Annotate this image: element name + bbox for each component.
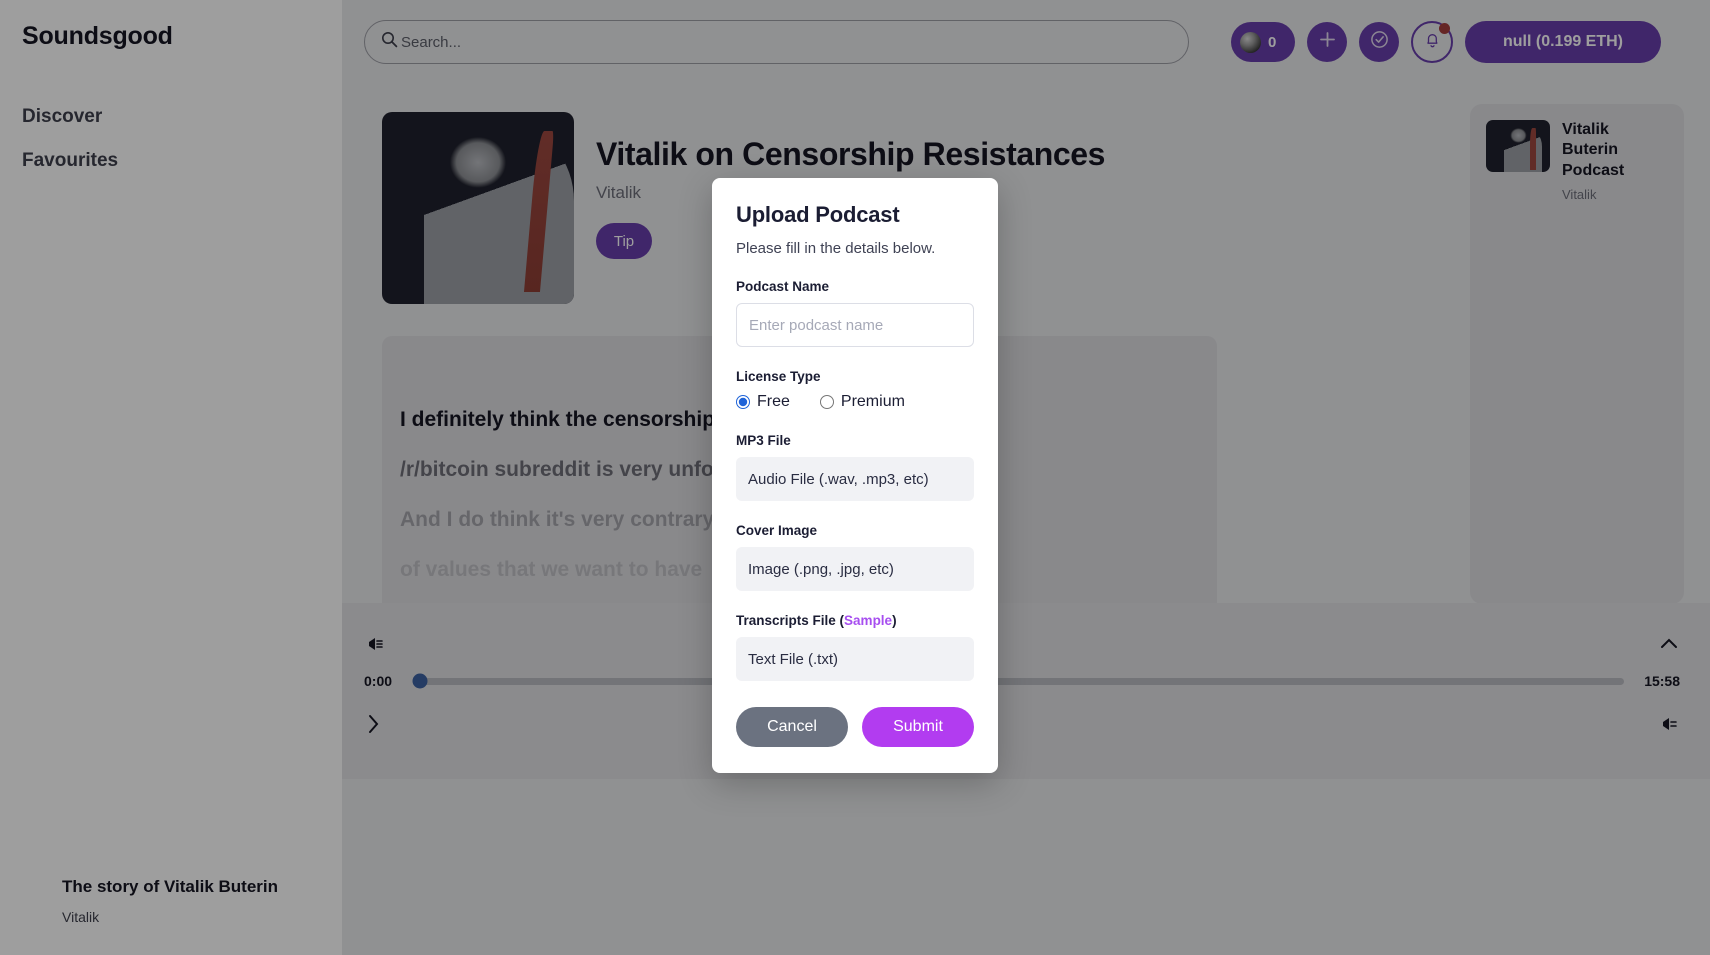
license-type-label: License Type <box>736 369 821 384</box>
plus-icon <box>1318 30 1337 54</box>
license-label-free: Free <box>757 393 790 410</box>
transcripts-label-suffix: ) <box>892 613 897 628</box>
main-area: 0 <box>342 0 1710 955</box>
podcast-cover-art <box>382 112 574 304</box>
license-type-radio-group: Free Premium <box>736 393 974 411</box>
sample-link[interactable]: Sample <box>844 613 892 628</box>
list-item-text: Vitalik Buterin Podcast Vitalik <box>1562 120 1668 202</box>
chevron-right-icon[interactable] <box>364 712 382 736</box>
seek-row: 0:00 15:58 <box>364 673 1680 689</box>
podcast-name-input[interactable] <box>736 303 974 347</box>
coin-count: 0 <box>1268 33 1277 51</box>
modal-actions: Cancel Submit <box>736 707 974 747</box>
chevron-up-icon[interactable] <box>1658 636 1680 652</box>
player-bar: 0:00 15:58 <box>342 603 1710 779</box>
seek-knob[interactable] <box>412 673 428 689</box>
upload-podcast-modal: Upload Podcast Please fill in the detail… <box>712 178 998 773</box>
cancel-button[interactable]: Cancel <box>736 707 848 747</box>
list-item[interactable]: Vitalik Buterin Podcast Vitalik <box>1486 120 1668 202</box>
sidebar-nav: Discover Favourites <box>22 106 342 172</box>
search-bar[interactable] <box>364 20 1189 64</box>
player-top-row <box>364 627 1680 661</box>
modal-title: Upload Podcast <box>736 202 900 227</box>
license-radio-premium[interactable] <box>819 395 834 409</box>
related-panel: Vitalik Buterin Podcast Vitalik <box>1470 104 1684 604</box>
sidebar: Soundsgood Discover Favourites The story… <box>0 0 342 955</box>
notification-dot <box>1439 23 1450 34</box>
license-option-premium[interactable]: Premium <box>819 393 905 411</box>
cover-image-input[interactable]: Image (.png, .jpg, etc) <box>736 547 974 591</box>
coin-balance-button[interactable]: 0 <box>1231 22 1295 62</box>
bell-icon <box>1424 31 1441 54</box>
now-playing-artist: Vitalik <box>62 909 100 925</box>
verify-button[interactable] <box>1359 22 1399 62</box>
volume-icon[interactable] <box>364 634 386 654</box>
mp3-file-label: MP3 File <box>736 433 791 448</box>
license-label-premium: Premium <box>840 393 905 410</box>
transcripts-file-input[interactable]: Text File (.txt) <box>736 637 974 681</box>
cover-image-label: Cover Image <box>736 523 818 538</box>
captions-icon[interactable] <box>1658 714 1680 734</box>
mp3-file-input[interactable]: Audio File (.wav, .mp3, etc) <box>736 457 974 501</box>
notifications-button[interactable] <box>1411 21 1453 63</box>
submit-button[interactable]: Submit <box>862 707 974 747</box>
tip-button[interactable]: Tip <box>596 223 652 259</box>
wallet-button[interactable]: null (0.199 ETH) <box>1465 21 1661 63</box>
now-playing-title: The story of Vitalik Buterin <box>62 877 279 896</box>
search-icon <box>381 31 398 53</box>
now-playing-panel: The story of Vitalik Buterin Vitalik <box>62 877 322 925</box>
content-area: Vitalik on Censorship Resistances Vitali… <box>342 84 1710 779</box>
transcripts-label-prefix: Transcripts File ( <box>736 613 845 628</box>
podcast-name-label: Podcast Name <box>736 279 830 294</box>
app-brand: Soundsgood <box>22 22 173 50</box>
transcripts-file-label: Transcripts File (Sample) <box>736 613 974 628</box>
check-circle-icon <box>1369 29 1390 55</box>
player-bottom-row <box>364 707 1680 741</box>
top-actions: 0 null (0.199 ETH) <box>1231 21 1661 63</box>
license-radio-free[interactable] <box>736 395 750 409</box>
podcast-thumbnail <box>1486 120 1550 172</box>
total-time: 15:58 <box>1644 673 1680 689</box>
page-title: Vitalik on Censorship Resistances <box>596 136 1106 172</box>
list-item-title: Vitalik Buterin Podcast <box>1562 121 1625 179</box>
add-button[interactable] <box>1307 22 1347 62</box>
sidebar-item-favourites[interactable]: Favourites <box>22 150 342 172</box>
app-root: Soundsgood Discover Favourites The story… <box>0 0 1710 955</box>
current-time: 0:00 <box>364 673 393 689</box>
seek-slider[interactable] <box>412 673 1624 689</box>
coin-icon <box>1240 31 1261 53</box>
modal-subtitle: Please fill in the details below. <box>736 240 936 257</box>
license-option-free[interactable]: Free <box>736 393 790 411</box>
search-input[interactable] <box>401 33 1172 51</box>
top-bar: 0 <box>342 0 1710 84</box>
sidebar-item-discover[interactable]: Discover <box>22 106 342 128</box>
list-item-artist: Vitalik <box>1562 187 1597 203</box>
